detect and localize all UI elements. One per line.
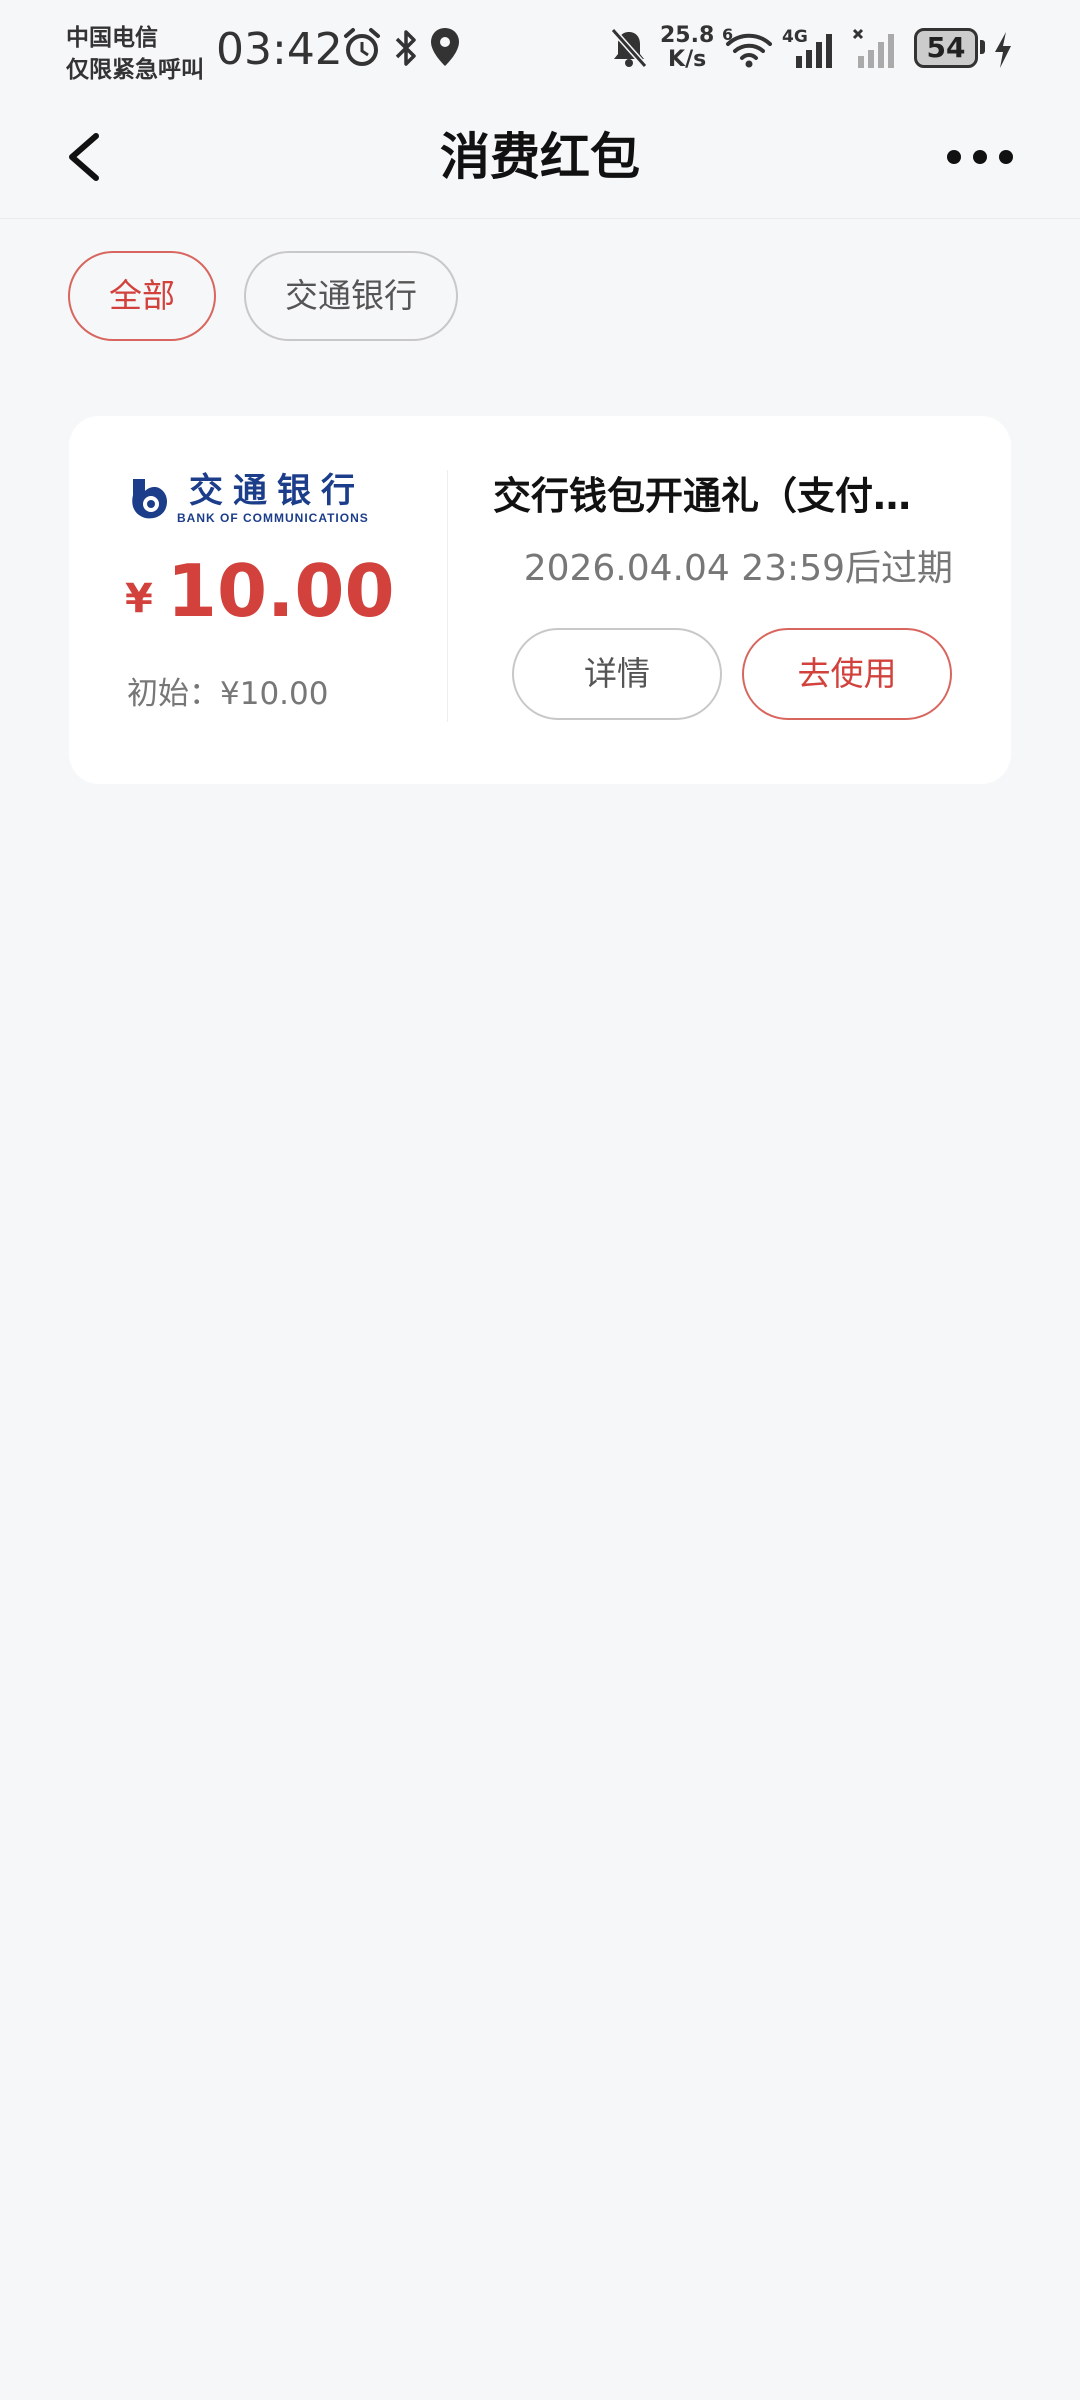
filter-chip-all[interactable]: 全部 bbox=[68, 251, 216, 341]
coupon-expiry: 2026.04.04 23:59后过期 bbox=[523, 548, 953, 589]
carrier-name: 中国电信 bbox=[66, 25, 158, 51]
charging-icon bbox=[995, 32, 1011, 68]
nav-bar: 消费红包 bbox=[0, 100, 1080, 219]
bank-logo-icon bbox=[132, 479, 167, 519]
network-type: 4G bbox=[782, 27, 808, 47]
bank-name-en: BANK OF COMMUNICATIONS bbox=[177, 511, 369, 525]
more-button[interactable] bbox=[940, 122, 1020, 192]
amount-value: 10.00 bbox=[166, 549, 395, 633]
detail-button[interactable]: 详情 bbox=[512, 628, 722, 720]
alarm-icon bbox=[344, 28, 380, 66]
carrier-status: 仅限紧急呼叫 bbox=[66, 57, 204, 83]
signal-icon: 4G bbox=[782, 27, 832, 68]
page-title: 消费红包 bbox=[440, 128, 640, 186]
network-speed-unit: K/s bbox=[668, 47, 707, 72]
network-speed-value: 25.8 bbox=[660, 23, 715, 48]
battery-indicator: 54 bbox=[914, 28, 978, 68]
wifi-icon: 6 bbox=[722, 26, 772, 68]
bank-name-cn: 交通银行 bbox=[189, 471, 365, 511]
battery-cap bbox=[980, 40, 985, 54]
network-speed: 25.8 K/s bbox=[660, 24, 714, 72]
currency-symbol: ¥ bbox=[125, 576, 153, 622]
carrier-info: 中国电信 仅限紧急呼叫 bbox=[66, 22, 204, 86]
status-time: 03:42 bbox=[216, 24, 343, 75]
mute-icon bbox=[610, 28, 648, 68]
filter-chip-bank-of-communications[interactable]: 交通银行 bbox=[244, 251, 458, 341]
initial-amount: 初始：¥10.00 bbox=[127, 676, 329, 712]
card-divider bbox=[447, 470, 448, 722]
more-dots-icon bbox=[947, 150, 1013, 164]
location-icon bbox=[431, 28, 459, 66]
status-bar: 中国电信 仅限紧急呼叫 03:42 25.8 K/s 6 4G 54 bbox=[0, 0, 1080, 100]
bank-logo: 交通银行 BANK OF COMMUNICATIONS bbox=[127, 471, 447, 531]
bluetooth-icon bbox=[395, 30, 416, 66]
coupon-card: 交通银行 BANK OF COMMUNICATIONS ¥10.00 初始：¥1… bbox=[69, 416, 1011, 784]
signal-no-sim-icon bbox=[852, 28, 894, 68]
coupon-amount: ¥10.00 bbox=[125, 546, 395, 636]
use-button[interactable]: 去使用 bbox=[742, 628, 952, 720]
coupon-title: 交行钱包开通礼（支付… bbox=[493, 474, 912, 518]
